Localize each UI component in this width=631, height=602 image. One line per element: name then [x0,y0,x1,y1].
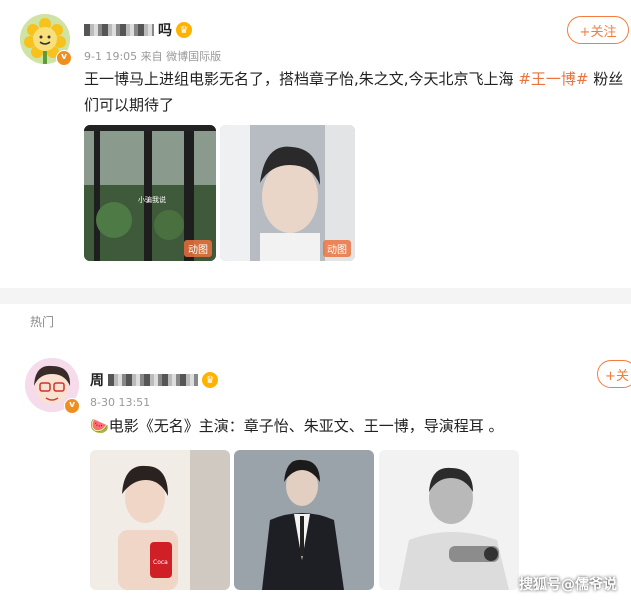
weibo-post-1: v 吗 ♛ 9-1 19:05 来自 微博国际版 +关注 王一博马上进组电影无名… [0,0,631,288]
gif-thumbnail-1[interactable]: 小骗我说 动图 [84,125,216,261]
section-divider [0,288,631,304]
post-text-body: 电影《无名》主演：章子怡、朱亚文、王一博，导演程耳 。 [108,417,504,435]
gif-badge: 动图 [184,240,212,257]
post-meta: 8-30 13:51 [90,396,151,409]
watermelon-icon: 🍉 [90,417,109,435]
vip-crown-icon: ♛ [202,372,218,388]
post-text-part1: 王一博马上进组电影无名了，搭档章子怡,朱之文,今天北京飞上海 [84,70,519,88]
verified-badge-icon: v [56,50,72,66]
vip-crown-icon: ♛ [176,22,192,38]
username-prefix: 周 [90,373,104,389]
director-bw-image [379,450,519,590]
hashtag-link[interactable]: #王一博# [518,70,588,88]
blurred-name-mosaic [84,24,154,36]
gif-thumbnail-2[interactable]: 动图 [220,125,355,261]
follow-button[interactable]: +关注 [567,16,629,44]
thumb-caption: 小骗我说 [138,196,166,204]
sohu-watermark: 搜狐号@儒爷说 [519,577,617,593]
photo-thumbnail-3[interactable] [379,450,519,590]
actor-in-suit-image [234,450,374,590]
svg-text:Coca: Coca [153,559,168,566]
verified-badge-icon: v [64,398,80,414]
hot-section-label: 热门 [30,315,55,329]
post-meta: 9-1 19:05 来自 微博国际版 [84,50,222,63]
follow-button[interactable]: +关 [597,360,631,388]
gif-badge: 动图 [323,240,351,257]
photo-thumbnail-1[interactable]: Coca [90,450,230,590]
post-text: 🍉电影《无名》主演：章子怡、朱亚文、王一博，导演程耳 。 [90,413,620,439]
username[interactable]: 周 ♛ [90,370,218,390]
weibo-post-2: v 周 ♛ 8-30 13:51 +关 🍉电影《无名》主演：章子怡、朱亚文、王一… [0,340,631,602]
actress-with-can-image: Coca [90,450,230,590]
username-suffix: 吗 [158,23,172,39]
blurred-name-mosaic [108,374,198,386]
post-text: 王一博马上进组电影无名了，搭档章子怡,朱之文,今天北京飞上海 #王一博# 粉丝们… [84,66,624,118]
photo-thumbnail-2[interactable] [234,450,374,590]
username[interactable]: 吗 ♛ [84,20,192,40]
